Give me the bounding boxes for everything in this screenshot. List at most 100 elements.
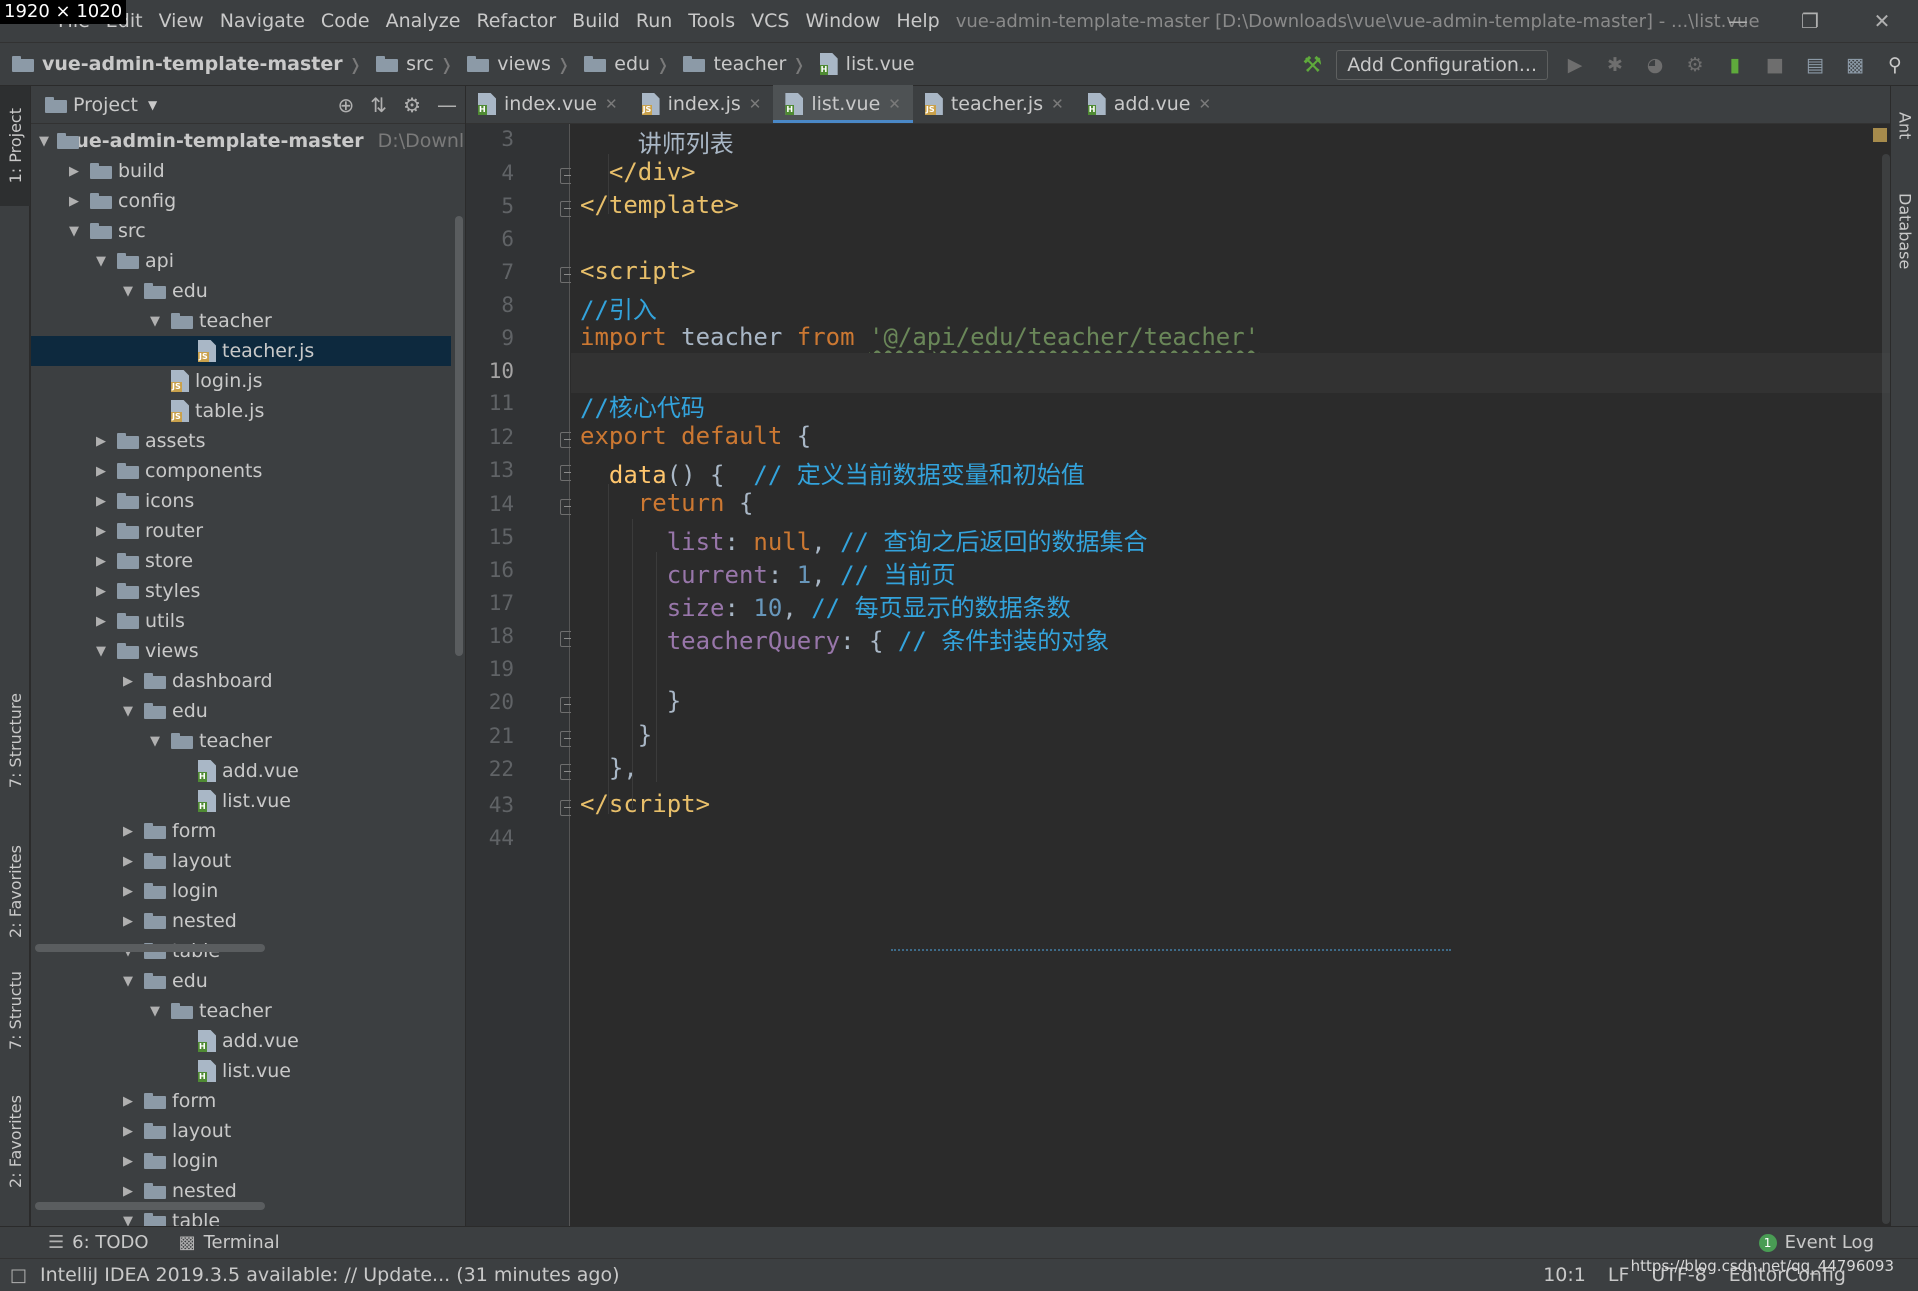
chevron-right-icon[interactable]: ▶	[120, 1094, 136, 1109]
collapsed-region-marker[interactable]	[891, 949, 1451, 951]
tree-item[interactable]: ▼ src	[31, 216, 451, 246]
todo-tab[interactable]: ☰ 6: TODO	[48, 1232, 149, 1253]
menu-item-view[interactable]: View	[151, 10, 212, 32]
tree-item[interactable]: ▶ assets	[31, 426, 451, 456]
menu-item-window[interactable]: Window	[797, 10, 888, 32]
menu-item-code[interactable]: Code	[313, 10, 378, 32]
attach-icon[interactable]: ▮	[1722, 52, 1748, 78]
tree-item[interactable]: ▶ layout	[31, 846, 451, 876]
menu-item-tools[interactable]: Tools	[680, 10, 743, 32]
hide-panel-icon[interactable]: —	[437, 93, 457, 117]
build-hammer-icon[interactable]: ⚒	[1302, 53, 1322, 78]
close-icon[interactable]: ✕	[1051, 95, 1064, 113]
line-separator[interactable]: LF	[1608, 1264, 1630, 1286]
breadcrumb-item[interactable]: Hlist.vue	[806, 53, 915, 75]
editor-tab[interactable]: Hadd.vue ✕	[1076, 85, 1223, 123]
status-toggle-icon[interactable]: □	[10, 1265, 27, 1286]
tree-item[interactable]: ▶ dashboard	[31, 666, 451, 696]
debug-icon[interactable]: ✱	[1602, 52, 1628, 78]
tree-item[interactable]: ▼ edu	[31, 696, 451, 726]
tree-item[interactable]: ▼ edu	[31, 966, 451, 996]
editor-scrollbar[interactable]	[1882, 154, 1890, 1224]
tree-item[interactable]: ▼ views	[31, 636, 451, 666]
menu-item-build[interactable]: Build	[564, 10, 628, 32]
chevron-down-icon[interactable]: ▼	[148, 98, 157, 112]
tree-item[interactable]: JS login.js	[31, 366, 451, 396]
tab-database[interactable]: Database	[1891, 176, 1918, 286]
chevron-down-icon[interactable]: ▼	[120, 974, 136, 989]
tree-item[interactable]: ▼ vue-admin-template-master D:\Download	[31, 126, 465, 156]
breadcrumb-item[interactable]: vue-admin-template-master ❭	[0, 53, 362, 75]
tree-item[interactable]: ▶ icons	[31, 486, 451, 516]
project-tree-hscroll-2[interactable]	[35, 1202, 265, 1210]
search-everywhere-icon[interactable]: ⚲	[1882, 52, 1908, 78]
tree-item[interactable]: ▶ layout	[31, 1116, 451, 1146]
chevron-right-icon[interactable]: ▶	[93, 584, 109, 599]
status-message[interactable]: IntelliJ IDEA 2019.3.5 available: // Upd…	[40, 1264, 620, 1286]
tab-project[interactable]: 1: Project	[0, 86, 30, 206]
tab-favorites-2[interactable]: 2: Favorites	[0, 1076, 30, 1206]
tab-structure-2[interactable]: 7: Structu	[0, 946, 30, 1076]
chevron-down-icon[interactable]: ▼	[147, 734, 163, 749]
caret-position[interactable]: 10:1	[1543, 1264, 1586, 1286]
tree-item[interactable]: JS table.js	[31, 396, 451, 426]
tree-item[interactable]: ▶ form	[31, 816, 451, 846]
tab-favorites[interactable]: 2: Favorites	[0, 826, 30, 956]
chevron-right-icon[interactable]: ▶	[120, 884, 136, 899]
event-log-tab[interactable]: 1 Event Log	[1758, 1232, 1874, 1253]
stop-icon[interactable]: ■	[1762, 52, 1788, 78]
chevron-right-icon[interactable]: ▶	[93, 494, 109, 509]
close-icon[interactable]: ✕	[605, 95, 618, 113]
terminal-tab[interactable]: ▩ Terminal	[179, 1232, 280, 1253]
tree-item[interactable]: JS teacher.js	[31, 336, 451, 366]
tree-item[interactable]: ▶ nested	[31, 906, 451, 936]
locate-icon[interactable]: ⊕	[338, 93, 355, 117]
chevron-right-icon[interactable]: ▶	[66, 164, 82, 179]
tree-item[interactable]: ▶ login	[31, 876, 451, 906]
tree-item[interactable]: ▶ build	[31, 156, 451, 186]
chevron-down-icon[interactable]: ▼	[147, 314, 163, 329]
menu-item-run[interactable]: Run	[628, 10, 680, 32]
collapse-all-icon[interactable]: ⇅	[370, 93, 387, 117]
editor-tab[interactable]: JS index.js ✕	[630, 85, 774, 123]
tree-item[interactable]: ▶ store	[31, 546, 451, 576]
editor-tab[interactable]: JS teacher.js ✕	[913, 85, 1076, 123]
chevron-down-icon[interactable]: ▼	[120, 1214, 136, 1227]
menu-item-refactor[interactable]: Refactor	[468, 10, 564, 32]
chevron-down-icon[interactable]: ▼	[120, 704, 136, 719]
tree-item[interactable]: ▶ config	[31, 186, 451, 216]
tree-item[interactable]: ▶ components	[31, 456, 451, 486]
editor-tab[interactable]: Hindex.vue ✕	[466, 85, 630, 123]
tree-item[interactable]: ▼ teacher	[31, 726, 451, 756]
chevron-right-icon[interactable]: ▶	[120, 914, 136, 929]
chevron-right-icon[interactable]: ▶	[93, 464, 109, 479]
chevron-down-icon[interactable]: ▼	[120, 284, 136, 299]
gear-icon[interactable]: ⚙	[403, 93, 421, 117]
chevron-right-icon[interactable]: ▶	[120, 1124, 136, 1139]
project-tree-hscroll[interactable]	[35, 944, 265, 952]
tree-item[interactable]: ▶ styles	[31, 576, 451, 606]
chevron-down-icon[interactable]: ▼	[147, 1004, 163, 1019]
restore-button[interactable]: ❐	[1774, 0, 1846, 42]
close-icon[interactable]: ✕	[888, 95, 901, 113]
minimize-button[interactable]: —	[1702, 0, 1774, 42]
chevron-down-icon[interactable]: ▼	[93, 254, 109, 269]
menu-item-vcs[interactable]: VCS	[743, 10, 797, 32]
menu-item-help[interactable]: Help	[888, 10, 947, 32]
tree-item[interactable]: Hlist.vue	[31, 1056, 451, 1086]
chevron-down-icon[interactable]: ▼	[93, 644, 109, 659]
breadcrumb-item[interactable]: edu ❭	[570, 53, 669, 75]
tree-item[interactable]: ▼ teacher	[31, 996, 451, 1026]
close-icon[interactable]: ✕	[1198, 95, 1211, 113]
breadcrumb-item[interactable]: views ❭	[453, 53, 570, 75]
tree-item[interactable]: Hlist.vue	[31, 786, 451, 816]
warning-marker-icon[interactable]	[1873, 128, 1887, 142]
project-panel-title[interactable]: Project	[73, 94, 138, 116]
tree-item[interactable]: Hadd.vue	[31, 1026, 451, 1056]
chevron-right-icon[interactable]: ▶	[120, 1184, 136, 1199]
terminal-toggle-icon[interactable]: ▩	[1842, 52, 1868, 78]
chevron-right-icon[interactable]: ▶	[120, 1154, 136, 1169]
chevron-right-icon[interactable]: ▶	[93, 614, 109, 629]
tree-item[interactable]: ▼ edu	[31, 276, 451, 306]
breadcrumb-item[interactable]: teacher ❭	[669, 53, 806, 75]
